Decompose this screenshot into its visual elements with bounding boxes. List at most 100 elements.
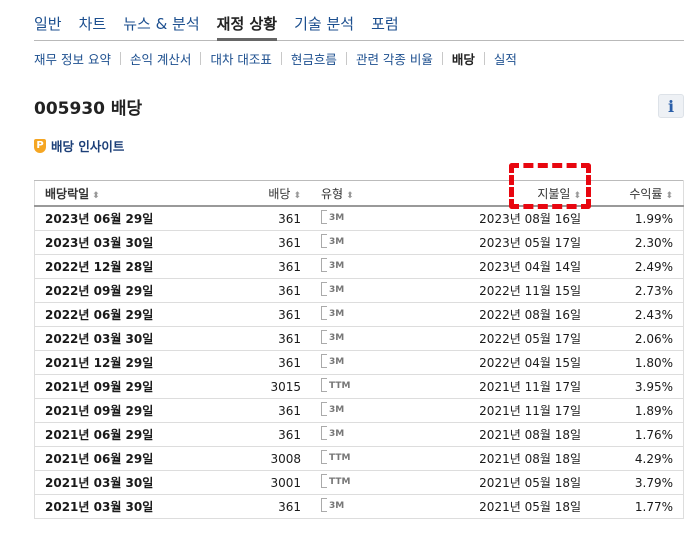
pro-badge-icon: P bbox=[34, 138, 46, 153]
cell-pay-date: 2021년 08월 18일 bbox=[401, 446, 591, 471]
tab-item[interactable]: 뉴스 & 분석 bbox=[123, 10, 199, 40]
cell-ex-date: 2023년 03월 30일 bbox=[34, 230, 195, 255]
cell-type: 3M bbox=[311, 494, 401, 519]
table-row: 2021년 09월 29일 3015 TTM 2021년 11월 17일 3.95% bbox=[34, 374, 684, 399]
cell-yield: 3.79% bbox=[591, 470, 684, 495]
sort-icon: ⬍ bbox=[573, 190, 581, 201]
cell-pay-date: 2021년 08월 18일 bbox=[401, 422, 591, 447]
cell-dividend: 361 bbox=[195, 494, 311, 519]
tab-item[interactable]: 재정 상황 bbox=[216, 10, 278, 41]
cell-dividend: 361 bbox=[195, 302, 311, 327]
sort-icon: ⬍ bbox=[346, 190, 354, 201]
cell-yield: 2.73% bbox=[591, 278, 684, 303]
period-type-icon: 3M bbox=[321, 498, 349, 512]
period-type-icon: 3M bbox=[321, 258, 349, 272]
subnav-divider bbox=[345, 52, 347, 65]
cell-pay-date: 2021년 05월 18일 bbox=[401, 494, 591, 519]
cell-dividend: 361 bbox=[195, 278, 311, 303]
subnav-item[interactable]: 현금흐름 bbox=[291, 49, 337, 68]
sort-icon: ⬍ bbox=[665, 190, 673, 201]
cell-type: 3M bbox=[311, 398, 401, 423]
period-type-label: TTM bbox=[329, 381, 351, 391]
subnav-item[interactable]: 손익 계산서 bbox=[130, 49, 191, 68]
col-header-pay-date[interactable]: 지불일 ⬍ bbox=[401, 180, 591, 207]
subnav-divider bbox=[280, 52, 282, 65]
cell-type: 3M bbox=[311, 206, 401, 231]
cell-yield: 4.29% bbox=[591, 446, 684, 471]
table-row: 2021년 06월 29일 361 3M 2021년 08월 18일 1.76% bbox=[34, 422, 684, 447]
cell-type: 3M bbox=[311, 302, 401, 327]
cell-ex-date: 2022년 12월 28일 bbox=[34, 254, 195, 279]
subnav-item[interactable]: 관련 각종 비율 bbox=[356, 49, 433, 68]
period-type-label: 3M bbox=[329, 237, 345, 247]
col-header-yield[interactable]: 수익률 ⬍ bbox=[591, 180, 684, 207]
cell-pay-date: 2022년 05월 17일 bbox=[401, 326, 591, 351]
period-type-icon: 3M bbox=[321, 234, 349, 248]
period-type-label: 3M bbox=[329, 357, 345, 367]
table-row: 2022년 03월 30일 361 3M 2022년 05월 17일 2.06% bbox=[34, 326, 684, 351]
dividend-insight-label: 배당 인사이트 bbox=[51, 139, 125, 154]
top-nav: 일반 차트 뉴스 & 분석 재정 상황 기술 분석 포럼 bbox=[34, 10, 684, 41]
period-type-label: 3M bbox=[329, 309, 345, 319]
tab-item[interactable]: 일반 bbox=[34, 10, 62, 40]
col-header-dividend[interactable]: 배당 ⬍ bbox=[195, 180, 311, 207]
dividend-insight-link[interactable]: P 배당 인사이트 bbox=[34, 136, 124, 155]
cell-pay-date: 2021년 11월 17일 bbox=[401, 398, 591, 423]
subnav-divider bbox=[200, 52, 202, 65]
cell-pay-date: 2022년 04월 15일 bbox=[401, 350, 591, 375]
cell-type: TTM bbox=[311, 446, 401, 471]
page-title: 005930 배당 bbox=[34, 99, 143, 119]
cell-yield: 1.77% bbox=[591, 494, 684, 519]
table-row: 2021년 12월 29일 361 3M 2022년 04월 15일 1.80% bbox=[34, 350, 684, 375]
cell-dividend: 3008 bbox=[195, 446, 311, 471]
subnav-item[interactable]: 재무 정보 요약 bbox=[34, 49, 111, 68]
cell-type: 3M bbox=[311, 278, 401, 303]
subnav-item[interactable]: 실적 bbox=[494, 49, 517, 68]
cell-ex-date: 2022년 09월 29일 bbox=[34, 278, 195, 303]
cell-ex-date: 2023년 06월 29일 bbox=[34, 206, 195, 231]
table-row: 2022년 12월 28일 361 3M 2023년 04월 14일 2.49% bbox=[34, 254, 684, 279]
cell-type: 3M bbox=[311, 422, 401, 447]
period-type-icon: 3M bbox=[321, 306, 349, 320]
cell-type: TTM bbox=[311, 374, 401, 399]
table-header-row: 배당락일 ⬍ 배당 ⬍ 유형 ⬍ 지불일 ⬍ 수익률 ⬍ bbox=[34, 180, 684, 207]
table-row: 2023년 06월 29일 361 3M 2023년 08월 16일 1.99% bbox=[34, 206, 684, 231]
cell-dividend: 3001 bbox=[195, 470, 311, 495]
cell-ex-date: 2021년 06월 29일 bbox=[34, 422, 195, 447]
period-type-label: 3M bbox=[329, 501, 345, 511]
cell-yield: 1.80% bbox=[591, 350, 684, 375]
cell-yield: 1.99% bbox=[591, 206, 684, 231]
period-type-label: 3M bbox=[329, 213, 345, 223]
subnav-item[interactable]: 대차 대조표 bbox=[210, 49, 271, 68]
table-row: 2023년 03월 30일 361 3M 2023년 05월 17일 2.30% bbox=[34, 230, 684, 255]
tab-item[interactable]: 차트 bbox=[79, 10, 107, 40]
cell-pay-date: 2021년 11월 17일 bbox=[401, 374, 591, 399]
subnav-item[interactable]: 배당 bbox=[452, 49, 475, 68]
cell-type: 3M bbox=[311, 326, 401, 351]
tab-item[interactable]: 포럼 bbox=[371, 10, 399, 40]
col-header-type[interactable]: 유형 ⬍ bbox=[311, 180, 401, 207]
period-type-icon: 3M bbox=[321, 402, 349, 416]
cell-ex-date: 2022년 06월 29일 bbox=[34, 302, 195, 327]
cell-yield: 2.43% bbox=[591, 302, 684, 327]
table-row: 2021년 03월 30일 3001 TTM 2021년 05월 18일 3.79% bbox=[34, 470, 684, 495]
period-type-label: TTM bbox=[329, 453, 351, 463]
subnav-divider bbox=[483, 52, 485, 65]
cell-yield: 1.76% bbox=[591, 422, 684, 447]
cell-dividend: 361 bbox=[195, 398, 311, 423]
cell-pay-date: 2022년 11월 15일 bbox=[401, 278, 591, 303]
sort-icon: ⬍ bbox=[293, 190, 301, 201]
info-icon[interactable]: i bbox=[658, 94, 684, 118]
cell-yield: 3.95% bbox=[591, 374, 684, 399]
cell-pay-date: 2021년 05월 18일 bbox=[401, 470, 591, 495]
tab-item[interactable]: 기술 분석 bbox=[294, 10, 354, 40]
subnav-divider bbox=[441, 52, 443, 65]
period-type-icon: 3M bbox=[321, 210, 349, 224]
period-type-icon: TTM bbox=[321, 474, 350, 488]
cell-ex-date: 2021년 09월 29일 bbox=[34, 374, 195, 399]
cell-dividend: 361 bbox=[195, 326, 311, 351]
cell-ex-date: 2021년 09월 29일 bbox=[34, 398, 195, 423]
col-header-ex-date[interactable]: 배당락일 ⬍ bbox=[34, 180, 195, 207]
cell-pay-date: 2023년 05월 17일 bbox=[401, 230, 591, 255]
cell-yield: 1.89% bbox=[591, 398, 684, 423]
